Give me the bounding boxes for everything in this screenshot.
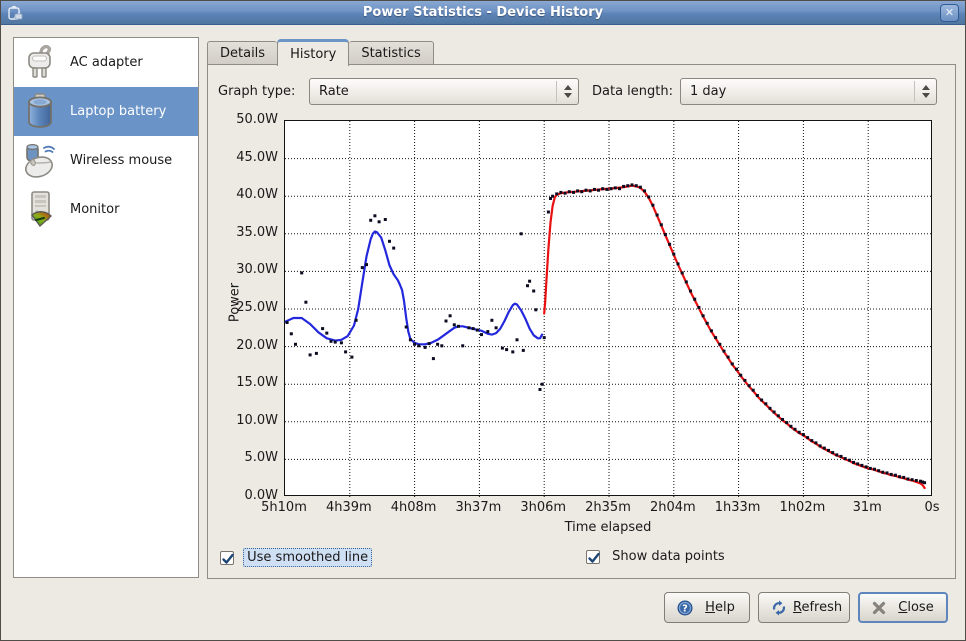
tab-details[interactable]: Details <box>207 41 277 65</box>
close-icon <box>871 600 887 616</box>
show-data-points-label[interactable]: Show data points <box>609 548 728 565</box>
data-length-label: Data length: <box>592 84 673 99</box>
help-button-label: Help <box>699 593 741 622</box>
window-close-button[interactable]: ✕ <box>940 4 959 22</box>
device-row-monitor[interactable]: Monitor <box>14 185 198 234</box>
device-row-ac-adapter[interactable]: AC adapter <box>14 38 198 87</box>
use-smoothed-line-checkbox[interactable] <box>220 551 234 565</box>
refresh-button-label: Refresh <box>793 593 841 622</box>
x-tick-label: 0s <box>924 500 939 515</box>
x-tick-label: 2h35m <box>585 500 631 515</box>
x-tick-label: 3h37m <box>456 500 502 515</box>
history-chart <box>285 121 933 497</box>
tab-history[interactable]: History <box>277 39 349 66</box>
help-button[interactable]: ? Help <box>664 592 750 623</box>
device-row-laptop-battery[interactable]: Laptop battery <box>14 87 198 136</box>
device-label: Monitor <box>70 185 119 234</box>
y-tick-label: 50.0W <box>218 112 278 128</box>
x-tick-label: 4h08m <box>391 500 437 515</box>
tab-statistics[interactable]: Statistics <box>349 41 433 65</box>
wireless-mouse-icon <box>20 140 60 180</box>
monitor-icon <box>20 189 60 229</box>
titlebar: Power Statistics - Device History ✕ <box>1 1 965 25</box>
plot-area <box>284 120 932 496</box>
show-data-points-checkbox[interactable] <box>586 550 600 564</box>
device-label: Wireless mouse <box>70 136 172 185</box>
history-tab-panel: Graph type: Rate Data length: 1 day Powe… <box>207 64 956 579</box>
close-button[interactable]: Close <box>858 592 948 623</box>
combo-spinner-icon <box>914 81 936 102</box>
device-label: AC adapter <box>70 38 143 87</box>
x-axis-title: Time elapsed <box>284 520 932 535</box>
refresh-button[interactable]: Refresh <box>758 592 850 623</box>
x-tick-label: 5h10m <box>261 500 307 515</box>
help-icon: ? <box>677 600 693 616</box>
y-tick-label: 15.0W <box>218 375 278 391</box>
graph-type-select[interactable]: Rate <box>309 78 579 105</box>
data-length-select[interactable]: 1 day <box>680 78 937 105</box>
data-length-value: 1 day <box>690 79 726 104</box>
window-title: Power Statistics - Device History <box>1 1 965 25</box>
svg-text:?: ? <box>682 604 688 615</box>
x-tick-label: 2h04m <box>650 500 696 515</box>
device-list: AC adapter Laptop battery Wireless mouse… <box>13 37 199 578</box>
data-points-option: Show data points <box>586 548 728 568</box>
power-statistics-window: Power Statistics - Device History ✕ AC a… <box>0 0 966 641</box>
x-tick-label: 4h39m <box>326 500 372 515</box>
y-tick-label: 5.0W <box>218 450 278 466</box>
x-tick-label: 3h06m <box>520 500 566 515</box>
laptop-battery-icon <box>20 91 60 131</box>
use-smoothed-line-label[interactable]: Use smoothed line <box>243 548 372 567</box>
x-tick-label: 31m <box>853 500 882 515</box>
y-tick-label: 20.0W <box>218 338 278 354</box>
y-tick-label: 35.0W <box>218 225 278 241</box>
y-tick-label: 45.0W <box>218 150 278 166</box>
smoothed-line-option: Use smoothed line <box>220 548 372 568</box>
graph-type-value: Rate <box>319 79 349 104</box>
ac-adapter-icon <box>20 42 60 82</box>
x-tick-label: 1h33m <box>715 500 761 515</box>
device-row-wireless-mouse[interactable]: Wireless mouse <box>14 136 198 185</box>
x-tick-label: 1h02m <box>780 500 826 515</box>
y-tick-label: 10.0W <box>218 413 278 429</box>
device-label: Laptop battery <box>70 87 166 136</box>
y-tick-label: 30.0W <box>218 262 278 278</box>
y-tick-label: 40.0W <box>218 187 278 203</box>
y-tick-label: 25.0W <box>218 300 278 316</box>
combo-spinner-icon <box>556 81 578 102</box>
tab-strip: DetailsHistoryStatistics <box>207 39 434 65</box>
graph-type-label: Graph type: <box>218 84 295 99</box>
close-button-label: Close <box>894 594 938 623</box>
refresh-icon <box>771 600 787 616</box>
